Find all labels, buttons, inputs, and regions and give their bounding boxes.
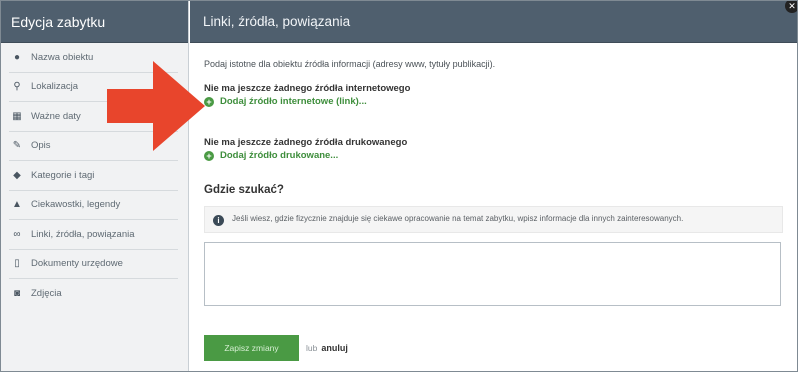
add-internet-source-link[interactable]: + Dodaj źródło internetowe (link)...: [204, 96, 783, 107]
info-box: i Jeśli wiesz, gdzie fizycznie znajduje …: [204, 206, 783, 233]
where-to-look-textarea[interactable]: [204, 242, 781, 306]
internet-sources-block: Nie ma jeszcze żadnego źródła internetow…: [204, 83, 783, 107]
sidebar-item[interactable]: ∞ Linki, źródła, powiązania: [9, 220, 178, 250]
sidebar-item-label: Nazwa obiektu: [31, 51, 94, 63]
save-button[interactable]: Zapisz zmiany: [204, 335, 299, 361]
form-actions: Zapisz zmiany lub anuluj: [204, 335, 348, 361]
add-print-source-label: Dodaj źródło drukowane...: [220, 150, 339, 161]
cancel-link[interactable]: anuluj: [321, 343, 348, 353]
sidebar-item-label: Opis: [31, 140, 51, 152]
sidebar-item-label: Ważne daty: [31, 110, 81, 122]
sidebar-item[interactable]: ▯ Dokumenty urzędowe: [9, 250, 178, 279]
print-sources-block: Nie ma jeszcze żadnego źródła drukowaneg…: [204, 137, 783, 161]
page-title: Linki, źródła, powiązania: [190, 1, 797, 43]
sidebar-item-label: Linki, źródła, powiązania: [31, 228, 135, 240]
print-sources-heading: Nie ma jeszcze żadnego źródła drukowaneg…: [204, 137, 408, 148]
sidebar-item-label: Kategorie i tagi: [31, 169, 95, 181]
document-icon: ▯: [14, 258, 20, 270]
where-to-look-heading: Gdzie szukać?: [204, 184, 284, 196]
map-marker-icon: ⚲: [13, 81, 21, 93]
add-print-source-link[interactable]: + Dodaj źródło drukowane...: [204, 150, 783, 161]
add-internet-source-label: Dodaj źródło internetowe (link)...: [220, 96, 367, 107]
calendar-icon: ▦: [12, 110, 22, 122]
intro-text: Podaj istotne dla obiektu źródła informa…: [204, 59, 496, 69]
sidebar-item[interactable]: ▲ Ciekawostki, legendy: [9, 191, 178, 220]
main-panel: Linki, źródła, powiązania Podaj istotne …: [190, 1, 797, 371]
info-circle-icon: ●: [13, 51, 21, 63]
plus-circle-icon: +: [204, 150, 214, 161]
annotation-arrow-icon: [107, 61, 205, 151]
info-text: Jeśli wiesz, gdzie fizycznie znajduje si…: [232, 214, 684, 223]
edit-icon: ✎: [12, 140, 22, 152]
sidebar-item-label: Zdjęcia: [31, 288, 62, 300]
or-text: lub: [306, 343, 318, 353]
close-icon[interactable]: ✕: [785, 1, 797, 13]
camera-icon: ◙: [13, 288, 21, 300]
sidebar-item-label: Lokalizacja: [31, 81, 78, 93]
main-body: Podaj istotne dla obiektu źródła informa…: [190, 43, 797, 311]
sidebar-item[interactable]: ◆ Kategorie i tagi: [9, 161, 178, 191]
sidebar-item-label: Dokumenty urzędowe: [31, 258, 123, 270]
sidebar-item[interactable]: ◙ Zdjęcia: [9, 279, 178, 309]
sidebar-item-label: Ciekawostki, legendy: [31, 199, 121, 211]
link-icon: ∞: [13, 228, 21, 240]
sidebar: Edycja zabytku ● Nazwa obiektu ⚲ Lokalizacj…: [1, 1, 189, 371]
edit-dialog: Edycja zabytku ● Nazwa obiektu ⚲ Lokalizacj…: [0, 0, 798, 372]
sidebar-title: Edycja zabytku: [1, 1, 188, 43]
internet-sources-heading: Nie ma jeszcze żadnego źródła internetow…: [204, 83, 411, 94]
info-icon: i: [213, 215, 224, 226]
chart-icon: ▲: [12, 199, 22, 211]
tag-icon: ◆: [13, 169, 21, 181]
